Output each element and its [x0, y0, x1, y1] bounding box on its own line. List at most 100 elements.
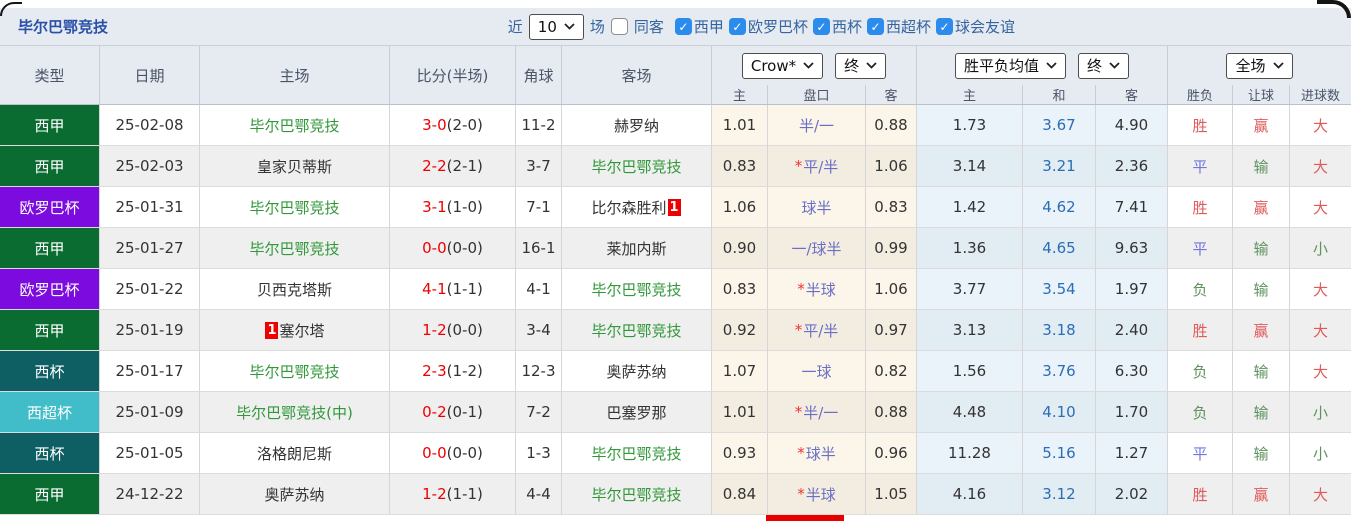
star-marker: *	[797, 485, 805, 503]
avg-draw-odds: 3.18	[1023, 310, 1096, 351]
avg-odds-select[interactable]: 胜平负均值	[955, 53, 1066, 79]
matches-label: 场	[590, 16, 605, 37]
league-checkbox[interactable]	[813, 18, 830, 35]
avg-odds-group: 胜平负均值 终	[917, 46, 1168, 85]
crow-away-odds: 0.83	[866, 187, 917, 228]
match-row: 西超杯25-01-09毕尔巴鄂竞技(中)0-2(0-1)7-2巴塞罗那1.01*…	[0, 392, 1351, 433]
league-filter: 欧罗巴杯	[729, 16, 808, 37]
team-name: 毕尔巴鄂竞技	[591, 443, 681, 464]
home-team: 洛格朗尼斯	[200, 433, 390, 474]
avg-away-odds: 1.27	[1096, 433, 1168, 474]
column-header-type: 类型	[0, 46, 100, 104]
match-date: 25-01-05	[100, 433, 200, 474]
avg-time-select[interactable]: 终	[1078, 53, 1129, 79]
match-row: 西杯25-01-05洛格朗尼斯0-0(0-0)1-3毕尔巴鄂竞技0.93*球半0…	[0, 433, 1351, 474]
goals-result-value: 大	[1313, 484, 1328, 505]
match-type-badge: 西超杯	[0, 392, 99, 432]
outcome: 胜	[1168, 310, 1233, 351]
handicap-result-value: 输	[1253, 361, 1268, 382]
league-filter-group: 西甲欧罗巴杯西杯西超杯球会友谊	[670, 16, 1015, 37]
window-top-strip	[0, 0, 1351, 8]
odds-company-select[interactable]: Crow*	[742, 53, 823, 79]
match-count-value: 10	[538, 18, 557, 36]
league-label: 西甲	[694, 16, 724, 37]
scope-select[interactable]: 全场	[1226, 53, 1292, 79]
match-date: 25-02-08	[100, 105, 200, 146]
league-checkbox[interactable]	[729, 18, 746, 35]
league-checkbox[interactable]	[936, 18, 953, 35]
halftime-score: (0-0)	[447, 239, 483, 257]
score-cell: 2-3(1-2)	[390, 351, 516, 392]
match-row: 欧罗巴杯25-01-31毕尔巴鄂竞技3-1(1-0)7-1比尔森胜利11.06球…	[0, 187, 1351, 228]
league-checkbox[interactable]	[675, 18, 692, 35]
outcome: 胜	[1168, 474, 1233, 515]
handicap-cell: *半/一	[768, 392, 866, 433]
avg-away-odds: 1.70	[1096, 392, 1168, 433]
fulltime-score: 0-0	[422, 444, 447, 462]
avg-home-odds: 1.56	[917, 351, 1023, 392]
match-row: 西甲24-12-22奥萨苏纳1-2(1-1)4-4毕尔巴鄂竞技0.84*半球1.…	[0, 474, 1351, 515]
chevron-down-icon	[564, 23, 575, 30]
crow-home-odds: 0.92	[712, 310, 768, 351]
odds-company-value: Crow*	[751, 57, 796, 75]
match-type-badge: 西甲	[0, 105, 99, 145]
goals-result-value: 大	[1313, 361, 1328, 382]
match-row: 西甲25-01-191塞尔塔1-2(0-0)3-4毕尔巴鄂竞技0.92*平/半0…	[0, 310, 1351, 351]
team-name: 毕尔巴鄂竞技	[591, 156, 681, 177]
home-team: 毕尔巴鄂竞技(中)	[200, 392, 390, 433]
crow-away-odds: 0.88	[866, 105, 917, 146]
star-marker: *	[797, 444, 805, 462]
chevron-down-icon	[1046, 62, 1057, 69]
score-cell: 0-0(0-0)	[390, 228, 516, 269]
match-row: 西甲25-01-27毕尔巴鄂竞技0-0(0-0)16-1莱加内斯0.90一/球半…	[0, 228, 1351, 269]
score-cell: 1-2(0-0)	[390, 310, 516, 351]
match-date: 25-01-19	[100, 310, 200, 351]
handicap-cell: 一/球半	[768, 228, 866, 269]
avg-home-odds: 11.28	[917, 433, 1023, 474]
avg-draw-value: 4.10	[1042, 403, 1075, 421]
team-name: 奥萨苏纳	[264, 484, 324, 505]
score-cell: 3-0(2-0)	[390, 105, 516, 146]
handicap-result-value: 输	[1253, 238, 1268, 259]
match-type-cell: 欧罗巴杯	[0, 187, 100, 228]
odds-time-select[interactable]: 终	[835, 53, 886, 79]
handicap-cell: *球半	[768, 433, 866, 474]
corners-cell: 1-3	[516, 433, 562, 474]
scope-value: 全场	[1235, 57, 1265, 75]
league-checkbox[interactable]	[867, 18, 884, 35]
star-marker: *	[795, 321, 803, 339]
handicap-result-value: 输	[1253, 279, 1268, 300]
crow-away-odds: 0.99	[866, 228, 917, 269]
match-date: 25-01-17	[100, 351, 200, 392]
team-name: 比尔森胜利	[591, 197, 666, 218]
handicap-result: 输	[1233, 392, 1290, 433]
fulltime-score: 4-1	[422, 280, 447, 298]
avg-home-odds: 3.77	[917, 269, 1023, 310]
crow-away-odds: 0.97	[866, 310, 917, 351]
table-header: 类型 日期 主场 比分(半场) 角球 客场 Crow* 终 胜平负均值 终	[0, 46, 1351, 105]
column-header-score: 比分(半场)	[390, 46, 516, 104]
avg-draw-value: 3.54	[1042, 280, 1075, 298]
avg-home-odds: 4.48	[917, 392, 1023, 433]
crow-home-odds: 1.07	[712, 351, 768, 392]
away-team: 赫罗纳	[562, 105, 712, 146]
match-count-select[interactable]: 10	[529, 14, 584, 40]
match-type-badge: 西甲	[0, 310, 99, 350]
same-away-checkbox[interactable]	[611, 18, 628, 35]
handicap-cell: *半球	[768, 269, 866, 310]
team-name: 洛格朗尼斯	[257, 443, 332, 464]
away-team: 巴塞罗那	[562, 392, 712, 433]
handicap-value: 半球	[806, 279, 836, 300]
avg-home-odds: 3.13	[917, 310, 1023, 351]
same-away-label: 同客	[634, 16, 664, 37]
away-team: 比尔森胜利1	[562, 187, 712, 228]
fulltime-score: 1-2	[422, 321, 447, 339]
avg-draw-odds: 5.16	[1023, 433, 1096, 474]
subheader-avg-home: 主	[917, 85, 1023, 104]
corners-cell: 16-1	[516, 228, 562, 269]
team-name: 塞尔塔	[279, 320, 324, 341]
odds-time-value: 终	[844, 57, 859, 75]
fulltime-score: 3-0	[422, 116, 447, 134]
team-name: 皇家贝蒂斯	[257, 156, 332, 177]
home-team: 毕尔巴鄂竞技	[200, 187, 390, 228]
